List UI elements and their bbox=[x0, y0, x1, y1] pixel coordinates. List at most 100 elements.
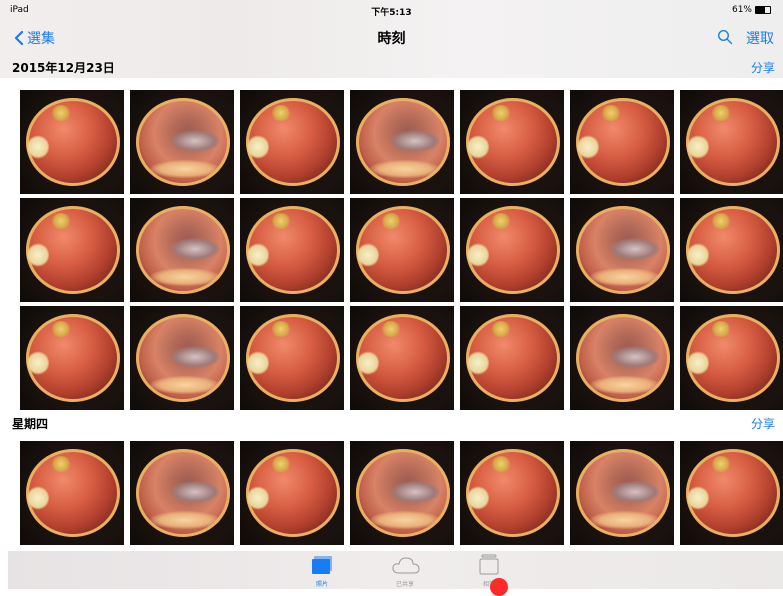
photo-thumbnail[interactable] bbox=[240, 90, 344, 194]
tab-shared[interactable]: 已共享 bbox=[375, 551, 435, 589]
photo-content bbox=[467, 350, 489, 376]
photo-thumbnail[interactable] bbox=[240, 306, 344, 410]
photo-content bbox=[150, 160, 220, 178]
photo-thumbnail[interactable] bbox=[680, 306, 783, 410]
photo-thumbnail[interactable] bbox=[680, 90, 783, 194]
section-header: 星期四 分享 bbox=[0, 413, 783, 433]
photo-thumbnail[interactable] bbox=[350, 198, 454, 302]
status-time: 下午5:13 bbox=[371, 8, 412, 18]
photo-content bbox=[590, 511, 660, 529]
photo-content bbox=[577, 134, 599, 160]
photo-content bbox=[357, 350, 379, 376]
photo-content bbox=[380, 321, 402, 337]
select-button[interactable]: 選取 bbox=[746, 28, 774, 48]
photo-content bbox=[50, 456, 72, 472]
photo-content bbox=[247, 134, 269, 160]
photo-thumbnail[interactable] bbox=[350, 441, 454, 545]
photo-content bbox=[27, 485, 49, 511]
photo-thumbnail[interactable] bbox=[460, 441, 564, 545]
photo-thumbnail[interactable] bbox=[20, 90, 124, 194]
photo-content bbox=[710, 456, 732, 472]
photo-content bbox=[610, 481, 660, 503]
search-icon[interactable] bbox=[717, 29, 733, 45]
photo-content bbox=[27, 134, 49, 160]
photo-content bbox=[50, 321, 72, 337]
tab-bar: 照片 已共享 相簿 bbox=[8, 551, 783, 589]
photo-content bbox=[247, 485, 269, 511]
photo-content bbox=[687, 134, 709, 160]
photo-content bbox=[600, 105, 622, 121]
section-date: 星期四 bbox=[12, 417, 49, 431]
share-button[interactable]: 分享 bbox=[751, 59, 775, 76]
photo-content bbox=[490, 456, 512, 472]
photo-content bbox=[357, 242, 379, 268]
photo-content bbox=[687, 485, 709, 511]
photo-content bbox=[390, 130, 440, 152]
photo-thumbnail[interactable] bbox=[680, 198, 783, 302]
photo-thumbnail[interactable] bbox=[20, 441, 124, 545]
photo-content bbox=[687, 242, 709, 268]
photo-content bbox=[467, 485, 489, 511]
photo-content bbox=[170, 130, 220, 152]
photo-content bbox=[710, 321, 732, 337]
photo-content bbox=[50, 105, 72, 121]
photo-thumbnail[interactable] bbox=[680, 441, 783, 545]
tab-photos[interactable]: 照片 bbox=[292, 551, 352, 589]
photo-content bbox=[27, 350, 49, 376]
battery-indicator: 61% bbox=[732, 5, 771, 15]
photo-thumbnail[interactable] bbox=[570, 198, 674, 302]
photo-content bbox=[610, 346, 660, 368]
photo-grid bbox=[20, 441, 783, 545]
photo-content bbox=[590, 268, 660, 286]
photo-thumbnail[interactable] bbox=[350, 306, 454, 410]
photo-thumbnail[interactable] bbox=[240, 198, 344, 302]
photo-thumbnail[interactable] bbox=[460, 198, 564, 302]
cloud-icon bbox=[392, 557, 420, 574]
photo-content bbox=[150, 376, 220, 394]
photo-content bbox=[50, 213, 72, 229]
share-button[interactable]: 分享 bbox=[751, 415, 775, 432]
photo-thumbnail[interactable] bbox=[20, 198, 124, 302]
photo-content bbox=[170, 346, 220, 368]
photo-content bbox=[687, 350, 709, 376]
photo-content bbox=[490, 105, 512, 121]
photo-grid bbox=[20, 90, 783, 410]
status-bar: iPad 下午5:13 61% bbox=[0, 0, 783, 20]
photo-thumbnail[interactable] bbox=[570, 306, 674, 410]
page-title: 時刻 bbox=[377, 31, 406, 47]
photo-thumbnail[interactable] bbox=[460, 306, 564, 410]
photo-content bbox=[150, 511, 220, 529]
tab-albums[interactable]: 相簿 bbox=[459, 551, 519, 589]
photo-thumbnail[interactable] bbox=[130, 441, 234, 545]
section-date: 2015年12月23日 bbox=[12, 61, 115, 75]
photo-thumbnail[interactable] bbox=[570, 90, 674, 194]
photo-content bbox=[247, 242, 269, 268]
photo-content bbox=[490, 213, 512, 229]
battery-icon bbox=[755, 6, 771, 14]
photo-thumbnail[interactable] bbox=[460, 90, 564, 194]
photo-content bbox=[467, 242, 489, 268]
photo-content bbox=[247, 350, 269, 376]
photo-content bbox=[490, 321, 512, 337]
photo-thumbnail[interactable] bbox=[130, 306, 234, 410]
photo-content bbox=[370, 160, 440, 178]
battery-percent: 61% bbox=[731, 5, 752, 15]
photo-content bbox=[170, 238, 220, 260]
photo-content bbox=[390, 481, 440, 503]
photo-content bbox=[270, 321, 292, 337]
touch-indicator bbox=[490, 578, 508, 596]
photo-thumbnail[interactable] bbox=[130, 90, 234, 194]
tab-label: 相簿 bbox=[482, 581, 495, 588]
photo-thumbnail[interactable] bbox=[570, 441, 674, 545]
photo-thumbnail[interactable] bbox=[20, 306, 124, 410]
photo-content bbox=[270, 456, 292, 472]
photos-icon bbox=[312, 556, 332, 574]
photo-content bbox=[270, 213, 292, 229]
photo-content bbox=[380, 213, 402, 229]
photo-thumbnail[interactable] bbox=[240, 441, 344, 545]
tab-label: 已共享 bbox=[395, 581, 414, 588]
photo-thumbnail[interactable] bbox=[350, 90, 454, 194]
photo-thumbnail[interactable] bbox=[130, 198, 234, 302]
navigation-bar: 選集 時刻 選取 bbox=[0, 22, 783, 52]
tab-label: 照片 bbox=[315, 581, 328, 588]
